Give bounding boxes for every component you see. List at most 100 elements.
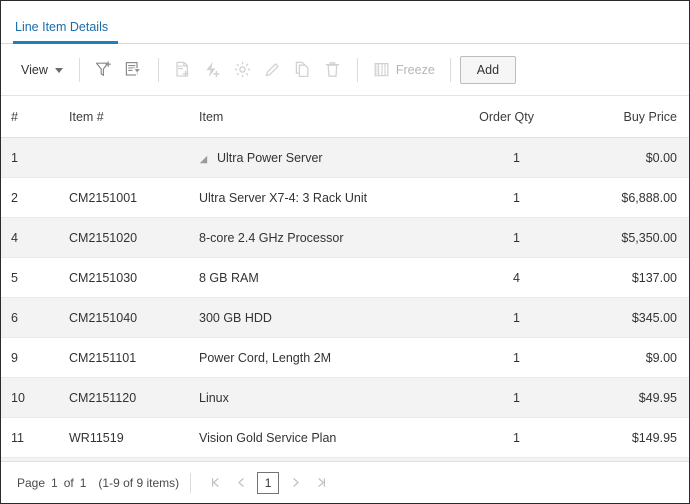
disclosure-triangle-icon[interactable] — [199, 153, 208, 162]
cell-num: 6 — [1, 298, 59, 338]
cell-order-qty: 1 — [424, 418, 562, 458]
table-row[interactable]: 5CM21510308 GB RAM4$137.00 — [1, 258, 690, 298]
copy-icon — [293, 60, 312, 79]
freeze-button[interactable]: Freeze — [367, 57, 441, 82]
item-label: Vision Gold Service Plan — [199, 431, 336, 445]
pagination-divider — [190, 473, 191, 493]
table-row[interactable]: 1Ultra Power Server1$0.00 — [1, 138, 690, 178]
trash-icon-button[interactable] — [318, 55, 348, 85]
toolbar-divider — [450, 58, 451, 82]
gear-icon-button[interactable] — [228, 55, 258, 85]
pagination-bar: Page 1 of 1 (1-9 of 9 items) 1 — [1, 461, 689, 503]
item-label: 8-core 2.4 GHz Processor — [199, 231, 344, 245]
column-header-order-qty[interactable]: Order Qty — [424, 96, 562, 138]
pagination-controls: 1 — [202, 471, 334, 495]
cell-num: 10 — [1, 378, 59, 418]
cell-order-qty: 4 — [424, 258, 562, 298]
document-add-icon — [173, 60, 192, 79]
cell-item: Vision Gold Service Plan — [189, 418, 424, 458]
last-page-button[interactable] — [308, 471, 334, 495]
item-cell-content: Ultra Server X7-4: 3 Rack Unit — [199, 191, 414, 205]
cell-item-no — [59, 138, 189, 178]
cell-buy-price: $5,350.00 — [562, 218, 690, 258]
cell-num: 2 — [1, 178, 59, 218]
cell-order-qty: 1 — [424, 138, 562, 178]
item-cell-content: Vision Gold Service Plan — [199, 431, 414, 445]
current-page-input[interactable]: 1 — [257, 472, 279, 494]
cell-order-qty: 1 — [424, 298, 562, 338]
lightning-add-icon — [203, 60, 222, 79]
toolbar-divider — [79, 58, 80, 82]
cell-order-qty: 1 — [424, 378, 562, 418]
first-page-button[interactable] — [202, 471, 228, 495]
filter-add-icon-button[interactable] — [89, 55, 119, 85]
filter-list-icon — [124, 60, 143, 79]
cell-item: Ultra Power Server — [189, 138, 424, 178]
tab-label: Line Item Details — [15, 20, 108, 34]
previous-page-button[interactable] — [228, 471, 254, 495]
lightning-add-icon-button[interactable] — [198, 55, 228, 85]
page-number: 1 — [51, 476, 58, 490]
page-word: Page — [17, 476, 45, 490]
filter-list-icon-button[interactable] — [119, 55, 149, 85]
items-summary: (1-9 of 9 items) — [98, 476, 179, 490]
copy-icon-button[interactable] — [288, 55, 318, 85]
item-cell-content: Linux — [199, 391, 414, 405]
cell-order-qty: 1 — [424, 338, 562, 378]
freeze-label: Freeze — [396, 63, 435, 77]
cell-buy-price: $149.95 — [562, 418, 690, 458]
next-page-button[interactable] — [282, 471, 308, 495]
item-cell-content: Power Cord, Length 2M — [199, 351, 414, 365]
trash-icon — [323, 60, 342, 79]
table-row[interactable]: 6CM2151040300 GB HDD1$345.00 — [1, 298, 690, 338]
table-row[interactable]: 2CM2151001 Ultra Server X7-4: 3 Rack Unit… — [1, 178, 690, 218]
toolbar-divider — [357, 58, 358, 82]
cell-buy-price: $6,888.00 — [562, 178, 690, 218]
table-row[interactable]: 11WR11519 Vision Gold Service Plan 1$149.9… — [1, 418, 690, 458]
cell-item-no: WR11519 — [59, 418, 189, 458]
table-header: # Item # Item Order Qty Buy Price Type — [1, 96, 690, 138]
table-row[interactable]: 4CM21510208-core 2.4 GHz Processor1$5,35… — [1, 218, 690, 258]
line-items-table: # Item # Item Order Qty Buy Price Type 1… — [1, 96, 690, 498]
item-label: 8 GB RAM — [199, 271, 259, 285]
column-header-item-no[interactable]: Item # — [59, 96, 189, 138]
first-page-icon — [209, 476, 222, 489]
cell-item: 300 GB HDD — [189, 298, 424, 338]
column-header-buy-price[interactable]: Buy Price — [562, 96, 690, 138]
cell-item-no: CM2151101 — [59, 338, 189, 378]
pencil-icon-button[interactable] — [258, 55, 288, 85]
table-header-row: # Item # Item Order Qty Buy Price Type — [1, 96, 690, 138]
page-total: 1 — [80, 476, 87, 490]
add-button[interactable]: Add — [460, 56, 516, 84]
item-label: Power Cord, Length 2M — [199, 351, 331, 365]
cell-buy-price: $9.00 — [562, 338, 690, 378]
document-add-icon-button[interactable] — [168, 55, 198, 85]
gear-icon — [233, 60, 252, 79]
item-label: 300 GB HDD — [199, 311, 272, 325]
table-row[interactable]: 10CM2151120 Linux 1$49.95 — [1, 378, 690, 418]
cell-item-no: CM2151001 — [59, 178, 189, 218]
table-row[interactable]: 9CM2151101Power Cord, Length 2M1$9.00 — [1, 338, 690, 378]
view-menu-button[interactable]: View — [15, 58, 70, 82]
cell-item-no: CM2151020 — [59, 218, 189, 258]
cell-item-no: CM2151120 — [59, 378, 189, 418]
view-menu-label: View — [21, 63, 48, 77]
cell-num: 11 — [1, 418, 59, 458]
cell-order-qty: 1 — [424, 178, 562, 218]
line-item-details-panel: Line Item Details View — [0, 0, 690, 504]
freeze-columns-icon — [373, 61, 390, 78]
cell-item: Power Cord, Length 2M — [189, 338, 424, 378]
column-header-num[interactable]: # — [1, 96, 59, 138]
tab-line-item-details[interactable]: Line Item Details — [13, 20, 118, 43]
item-cell-content: 300 GB HDD — [199, 311, 414, 325]
cell-num: 5 — [1, 258, 59, 298]
of-word: of — [64, 476, 74, 490]
cell-item: Ultra Server X7-4: 3 Rack Unit — [189, 178, 424, 218]
pencil-icon — [263, 60, 282, 79]
column-header-item[interactable]: Item — [189, 96, 424, 138]
last-page-icon — [315, 476, 328, 489]
cell-buy-price: $49.95 — [562, 378, 690, 418]
tab-strip: Line Item Details — [1, 1, 689, 44]
cell-order-qty: 1 — [424, 218, 562, 258]
grid-toolbar: View — [1, 44, 689, 96]
